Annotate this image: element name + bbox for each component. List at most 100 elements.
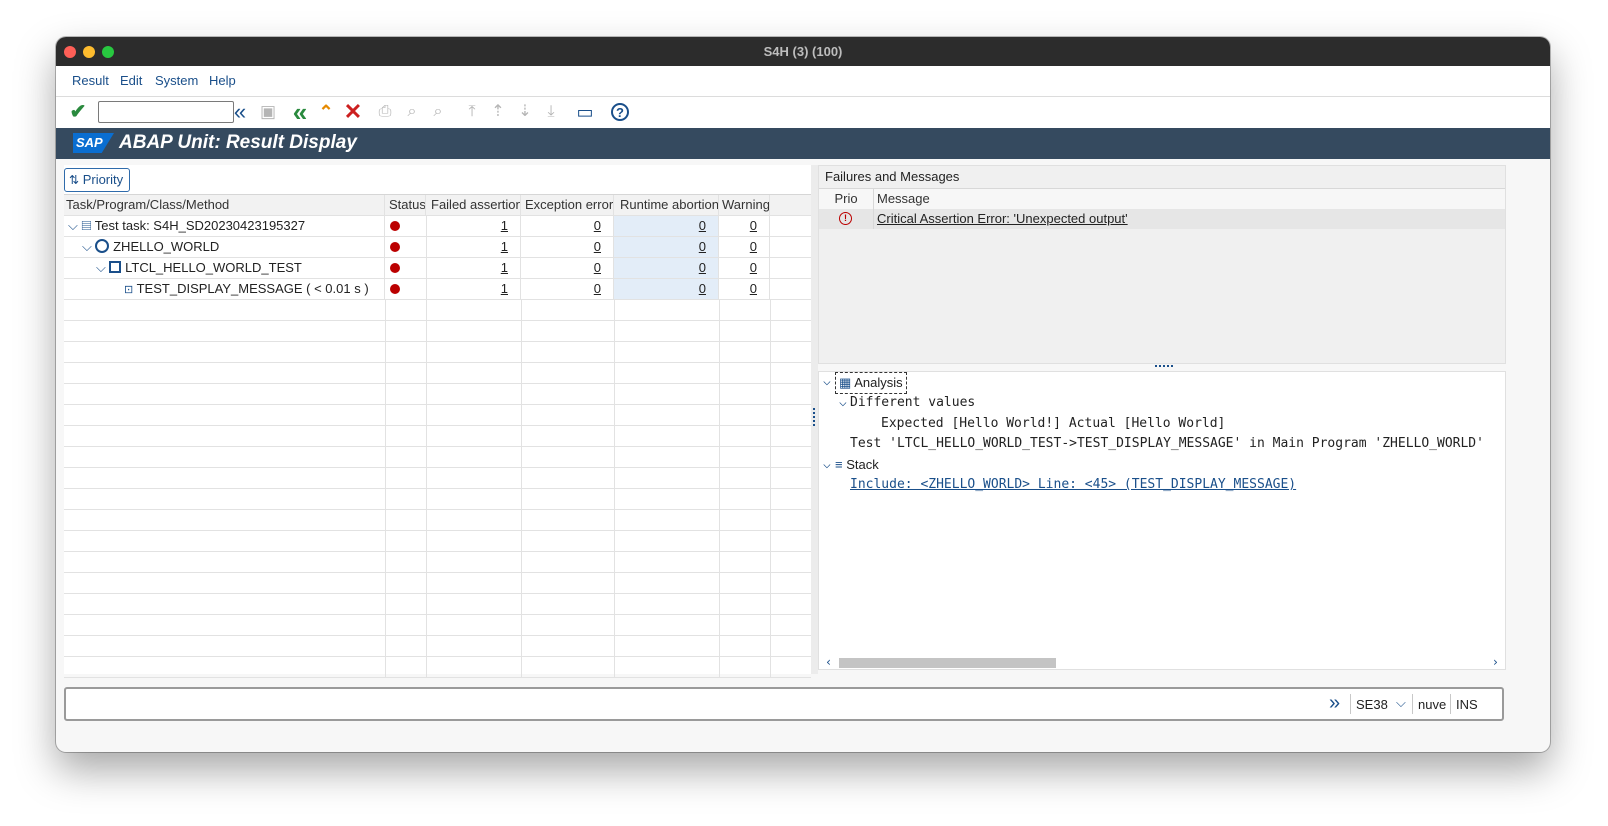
expand-chevron-icon[interactable]: ⌵ <box>82 239 92 254</box>
analysis-node[interactable]: ▦ Analysis <box>835 372 907 394</box>
vertical-splitter[interactable] <box>811 165 818 674</box>
tree-row-test-task[interactable]: ⌵ ▤ Test task: S4H_SD20230423195327 1 0 … <box>64 216 811 237</box>
collapse-chevron-icon[interactable]: ⌵ <box>823 457 831 472</box>
command-field[interactable] <box>98 101 234 123</box>
exit-icon[interactable]: ⌃ <box>315 100 337 124</box>
column-header-exception-error[interactable]: Exception error <box>521 195 614 215</box>
include-line-link[interactable]: Include: <ZHELLO_WORLD> Line: <45> (TEST… <box>850 477 1296 492</box>
find-icon[interactable]: ⌕ <box>401 100 423 124</box>
runtime-abortion-link[interactable]: 0 <box>614 216 719 236</box>
exception-error-link[interactable]: 0 <box>521 237 614 257</box>
command-history-icon[interactable]: « <box>230 100 250 124</box>
exception-error-link[interactable]: 0 <box>521 279 614 299</box>
scrollbar-thumb[interactable] <box>839 658 1056 668</box>
column-header-prio[interactable]: Prio <box>819 189 874 209</box>
status-error-icon <box>390 221 400 231</box>
insert-mode[interactable]: INS <box>1456 697 1478 712</box>
scroll-left-icon[interactable]: ‹ <box>825 655 832 669</box>
empty-table-row <box>64 363 811 384</box>
new-session-icon[interactable]: ▭ <box>574 100 596 124</box>
enter-check-icon[interactable]: ✔ <box>66 100 90 124</box>
back-icon[interactable]: « <box>289 99 311 125</box>
exception-error-link[interactable]: 0 <box>521 258 614 278</box>
next-page-icon[interactable]: ⇣ <box>514 100 536 124</box>
close-window-button[interactable] <box>64 46 76 58</box>
save-icon[interactable]: ▣ <box>257 100 279 124</box>
column-header-failed-assertion[interactable]: Failed assertion <box>426 195 521 215</box>
empty-table-row <box>64 615 811 636</box>
class-square-icon <box>109 261 122 273</box>
column-header-runtime-abortion[interactable]: Runtime abortion <box>614 195 719 215</box>
menu-system[interactable]: System <box>155 73 198 88</box>
help-icon[interactable]: ? <box>609 100 631 124</box>
stack-icon: ≡ <box>835 457 843 472</box>
failures-messages-title: Failures and Messages <box>825 169 960 184</box>
menu-result[interactable]: Result <box>72 73 109 88</box>
runtime-abortion-link[interactable]: 0 <box>614 279 719 299</box>
expand-chevron-icon[interactable]: ⌵ <box>68 218 78 233</box>
runtime-abortion-link[interactable]: 0 <box>614 237 719 257</box>
status-error-icon <box>390 242 400 252</box>
status-expand-icon[interactable]: » <box>1329 693 1340 713</box>
failed-assertion-link[interactable]: 1 <box>426 216 521 236</box>
tree-row-method[interactable]: ⊡ TEST_DISPLAY_MESSAGE ( < 0.01 s ) 1 0 … <box>64 279 811 300</box>
row-name: TEST_DISPLAY_MESSAGE ( < 0.01 s ) <box>136 281 369 296</box>
message-row[interactable]: ! Critical Assertion Error: 'Unexpected … <box>819 209 1505 229</box>
toolbar: ✔ « ▣ « ⌃ ✕ ⎙ ⌕ ⌕ ⤒ ⇡ ⇣ ⤓ ▭ ? <box>56 97 1550 128</box>
expand-chevron-icon[interactable]: ⌵ <box>96 260 106 275</box>
empty-table-row <box>64 321 811 342</box>
empty-table-row <box>64 573 811 594</box>
stack-node[interactable]: ≡ Stack <box>835 457 879 472</box>
test-task-icon: ▤ <box>81 218 92 233</box>
system-dropdown-icon[interactable]: ⌵ <box>1396 695 1406 711</box>
screen-header: SAP ABAP Unit: Result Display <box>56 128 1550 159</box>
failed-assertion-link[interactable]: 1 <box>426 258 521 278</box>
program-circle-icon <box>95 239 110 253</box>
transaction-code: SE38 <box>1356 697 1388 712</box>
empty-table-row <box>64 636 811 657</box>
horizontal-splitter[interactable] <box>818 364 1506 371</box>
column-header-warning[interactable]: Warning <box>719 195 770 215</box>
warning-link[interactable]: 0 <box>719 237 770 257</box>
analysis-icon: ▦ <box>839 375 852 390</box>
menu-edit[interactable]: Edit <box>120 73 142 88</box>
horizontal-scrollbar[interactable]: ‹ › <box>819 655 1505 669</box>
first-page-icon[interactable]: ⤒ <box>461 100 483 124</box>
result-tree-table: Task/Program/Class/Method Status Failed … <box>64 194 811 678</box>
tree-row-program[interactable]: ⌵ ZHELLO_WORLD 1 0 0 0 <box>64 237 811 258</box>
failed-assertion-link[interactable]: 1 <box>426 279 521 299</box>
zoom-window-button[interactable] <box>102 46 114 58</box>
print-icon[interactable]: ⎙ <box>374 100 396 124</box>
row-name: ZHELLO_WORLD <box>113 239 220 254</box>
last-page-icon[interactable]: ⤓ <box>540 100 562 124</box>
priority-button[interactable]: ⇅ Priority <box>64 168 131 192</box>
empty-table-row <box>64 384 811 405</box>
tree-row-class[interactable]: ⌵ LTCL_HELLO_WORLD_TEST 1 0 0 0 <box>64 258 811 279</box>
message-link[interactable]: Critical Assertion Error: 'Unexpected ou… <box>877 209 1128 229</box>
minimize-window-button[interactable] <box>83 46 95 58</box>
collapse-chevron-icon[interactable]: ⌵ <box>839 395 847 410</box>
expected-actual-line: Expected [Hello World!] Actual [Hello Wo… <box>881 416 1226 431</box>
failed-assertion-link[interactable]: 1 <box>426 237 521 257</box>
find-next-icon[interactable]: ⌕ <box>427 100 449 124</box>
result-tree-pane: ⇅ Priority Task/Program/Class/Method Sta… <box>64 165 811 678</box>
collapse-chevron-icon[interactable]: ⌵ <box>823 374 831 389</box>
runtime-abortion-link[interactable]: 0 <box>614 258 719 278</box>
menu-help[interactable]: Help <box>209 73 236 88</box>
column-header-message[interactable]: Message <box>877 189 930 209</box>
column-header-status[interactable]: Status <box>385 195 426 215</box>
warning-link[interactable]: 0 <box>719 216 770 236</box>
cancel-icon[interactable]: ✕ <box>342 100 364 124</box>
exception-error-link[interactable]: 0 <box>521 216 614 236</box>
warning-link[interactable]: 0 <box>719 279 770 299</box>
column-header-filler <box>770 195 811 215</box>
empty-table-row <box>64 552 811 573</box>
analysis-label: Analysis <box>854 375 903 390</box>
warning-link[interactable]: 0 <box>719 258 770 278</box>
scroll-right-icon[interactable]: › <box>1492 655 1499 669</box>
row-name: LTCL_HELLO_WORLD_TEST <box>125 260 302 275</box>
previous-page-icon[interactable]: ⇡ <box>487 100 509 124</box>
empty-table-row <box>64 300 811 321</box>
column-header-task[interactable]: Task/Program/Class/Method <box>64 195 385 215</box>
stack-label: Stack <box>846 457 879 472</box>
